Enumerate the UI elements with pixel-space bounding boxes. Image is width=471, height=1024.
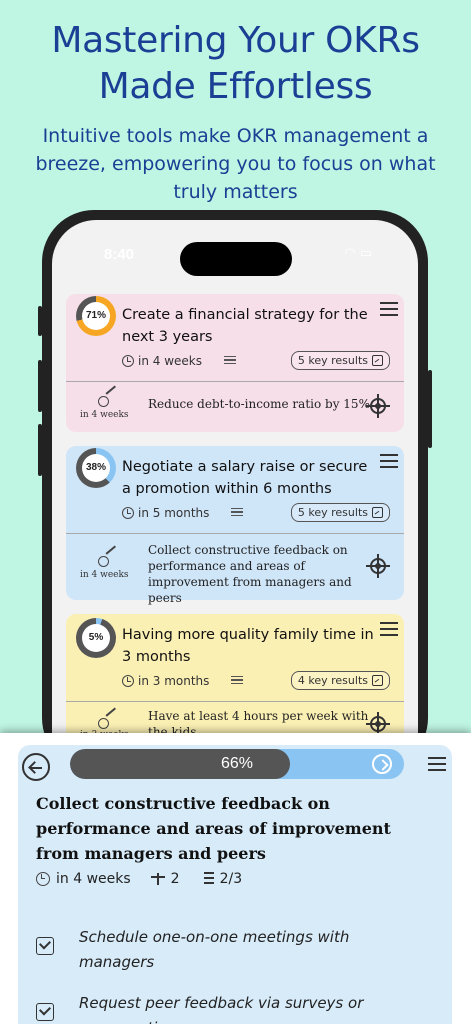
target-icon[interactable] [366, 554, 390, 578]
objective-due: in 4 weeks [122, 354, 236, 368]
key-result-row[interactable]: in 4 weeks Collect constructive feedback… [66, 534, 404, 605]
due-label: in 3 months [138, 674, 210, 688]
key-results-label: 5 key results [297, 354, 368, 367]
weight-scale-icon [150, 872, 165, 886]
objective-card[interactable]: 38% Negotiate a salary raise or secure a… [66, 446, 404, 605]
task-item[interactable]: Schedule one-on-one meetings with manage… [36, 925, 446, 975]
wifi-battery-icon: ◠ ▭ [344, 246, 372, 261]
target-icon[interactable] [366, 394, 390, 418]
notes-icon [223, 355, 236, 366]
menu-icon[interactable] [380, 454, 398, 472]
refresh-icon[interactable] [372, 754, 392, 774]
progress-ring: 38% [76, 448, 116, 488]
key-result-detail-card: 66% Collect constructive feedback on per… [18, 745, 452, 1024]
phone-volume-down [38, 424, 42, 476]
objective-title: Create a financial strategy for the next… [122, 307, 368, 345]
notes-icon [231, 675, 244, 686]
kr-text: Reduce debt-to-income ratio by 15% [148, 397, 370, 411]
task-text: Request peer feedback via surveys or con… [79, 994, 364, 1024]
clock-icon [122, 675, 134, 687]
key-results-label: 5 key results [297, 506, 368, 519]
due-label: in 5 months [138, 506, 210, 520]
objective-title: Having more quality family time in 3 mon… [122, 627, 374, 665]
phone-power-button [428, 370, 432, 448]
kr-text: Collect constructive feedback on perform… [148, 543, 352, 605]
key-icon [96, 707, 118, 732]
key-result-meta: in 4 weeks 2 2/3 [36, 871, 242, 887]
phone-frame: 8:40 ◠ ▭ 71% Create a financial strategy… [38, 210, 432, 780]
hero-subtitle: Intuitive tools make OKR management a br… [35, 125, 436, 203]
weight-value: 2 [170, 871, 180, 887]
progress-bar: 66% [70, 749, 404, 779]
phone-volume-up [38, 360, 42, 412]
clock-icon [122, 355, 134, 367]
chart-icon [372, 507, 383, 518]
progress-percent: 5% [82, 624, 110, 652]
status-time: 8:40 [104, 246, 135, 263]
chart-icon [372, 675, 383, 686]
objective-title: Negotiate a salary raise or secure a pro… [122, 459, 368, 497]
progress-percent: 38% [82, 454, 110, 482]
hero-title-line1: Mastering Your OKRs [51, 20, 420, 61]
hero-header: Mastering Your OKRs Made Effortless Intu… [0, 18, 471, 206]
key-result-title: Collect constructive feedback on perform… [36, 794, 391, 863]
tasks-count: 2/3 [219, 871, 243, 887]
progress-percent: 66% [220, 755, 254, 772]
key-results-button[interactable]: 5 key results [290, 503, 390, 522]
key-icon [96, 545, 118, 570]
due-label: in 4 weeks [56, 871, 131, 887]
phone-action-button [38, 306, 42, 336]
menu-icon[interactable] [380, 622, 398, 640]
progress-percent: 71% [82, 302, 110, 330]
key-result-detail-sheet: 66% Collect constructive feedback on per… [0, 733, 471, 1024]
kr-due-label: in 4 weeks [80, 570, 129, 580]
objective-header: 71% Create a financial strategy for the … [66, 294, 404, 382]
progress-ring: 5% [76, 618, 116, 658]
key-results-label: 4 key results [297, 674, 368, 687]
key-results-button[interactable]: 5 key results [290, 351, 390, 370]
objective-card[interactable]: 71% Create a financial strategy for the … [66, 294, 404, 432]
checklist-icon [200, 872, 214, 886]
target-icon[interactable] [366, 712, 390, 736]
menu-icon[interactable] [428, 757, 446, 775]
objective-header: 38% Negotiate a salary raise or secure a… [66, 446, 404, 534]
due-label: in 4 weeks [138, 354, 202, 368]
clock-icon [36, 872, 50, 886]
key-icon [96, 385, 118, 410]
key-results-button[interactable]: 4 key results [290, 671, 390, 690]
task-item[interactable]: Request peer feedback via surveys or con… [36, 991, 446, 1024]
task-text: Schedule one-on-one meetings with manage… [79, 928, 350, 971]
checkbox-checked[interactable] [36, 1003, 54, 1021]
checkbox-checked[interactable] [36, 937, 54, 955]
dynamic-island [180, 242, 292, 276]
notes-icon [231, 507, 244, 518]
objective-due: in 5 months [122, 506, 244, 520]
phone-screen: 8:40 ◠ ▭ 71% Create a financial strategy… [52, 220, 418, 780]
back-arrow-icon[interactable] [22, 753, 50, 781]
kr-due-label: in 4 weeks [80, 410, 129, 420]
key-result-row[interactable]: in 4 weeks Reduce debt-to-income ratio b… [66, 382, 404, 432]
objective-due: in 3 months [122, 674, 244, 688]
chart-icon [372, 355, 383, 366]
objective-header: 5% Having more quality family time in 3 … [66, 614, 404, 702]
progress-ring: 71% [76, 296, 116, 336]
clock-icon [122, 507, 134, 519]
hero-title-line2: Made Effortless [98, 66, 373, 107]
menu-icon[interactable] [380, 302, 398, 320]
